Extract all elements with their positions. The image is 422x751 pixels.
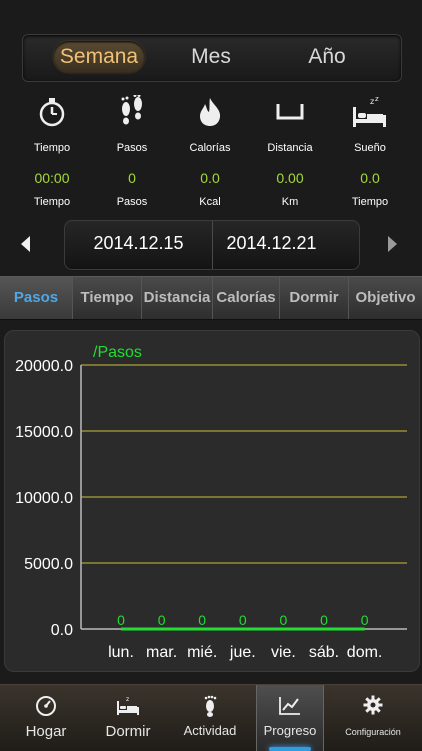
tab-distance[interactable]: Distancia	[142, 277, 213, 319]
stat-time-unit: Tiempo	[33, 196, 71, 208]
period-selector: Semana Mes Año	[22, 34, 402, 82]
chart-panel: /Pasos 20000.0 15000.0 10000.0 5000.0 0.0 lun.…	[4, 330, 420, 672]
metric-tabs: Pasos Tiempo Distancia Calorías Dormir O…	[0, 276, 422, 320]
tab-sleep[interactable]: Dormir	[280, 277, 349, 319]
stat-calories-value: 0.0	[200, 170, 220, 186]
data-label: 0	[280, 612, 288, 628]
stat-calories: Calorías 0.0 Kcal	[168, 92, 252, 210]
tab-time[interactable]: Tiempo	[73, 277, 142, 319]
x-tick-label: jue.	[229, 644, 256, 661]
nav-sleep[interactable]: z Dormir	[90, 685, 166, 751]
y-tick-label: 5000.0	[24, 556, 73, 573]
stat-time-label: Tiempo	[33, 142, 71, 154]
stat-calories-label: Calorías	[189, 142, 231, 154]
date-range-bar: 2014.12.15 2014.12.21	[64, 220, 360, 270]
summary-stats: Tiempo 00:00 Tiempo Pasos 0 Pasos Calorí…	[0, 92, 422, 220]
stat-time: Tiempo 00:00 Tiempo	[10, 92, 94, 210]
stat-sleep-label: Sueño	[354, 142, 386, 154]
stat-time-value: 00:00	[34, 170, 70, 186]
data-label: 0	[198, 612, 206, 628]
stat-sleep-value: 0.0	[360, 170, 380, 186]
x-tick-label: dom.	[347, 644, 383, 661]
tab-goal[interactable]: Objetivo	[349, 277, 422, 319]
data-label: 0	[320, 612, 328, 628]
y-tick-label: 15000.0	[15, 424, 73, 441]
tab-calories[interactable]: Calorías	[213, 277, 280, 319]
stat-distance-unit: Km	[281, 196, 299, 208]
svg-text:z: z	[370, 97, 374, 106]
date-range-start: 2014.12.15	[93, 233, 184, 253]
nav-home-label: Hogar	[25, 723, 67, 740]
stat-distance: Distancia 0.00 Km	[248, 92, 332, 210]
steps-chart: /Pasos 20000.0 15000.0 10000.0 5000.0 0.0 lun.…	[15, 344, 407, 661]
progress-chart-icon	[257, 695, 323, 717]
stat-steps-label: Pasos	[116, 142, 148, 154]
nav-home[interactable]: Hogar	[8, 685, 84, 751]
y-tick-label: 20000.0	[15, 358, 73, 375]
footprints-icon	[90, 92, 174, 132]
period-tab-month[interactable]: Mes	[165, 41, 257, 73]
distance-icon	[248, 92, 332, 132]
nav-progress-label: Progreso	[263, 723, 317, 738]
stat-distance-label: Distancia	[267, 142, 313, 154]
x-tick-label: lun.	[108, 644, 134, 661]
data-label: 0	[239, 612, 247, 628]
nav-sleep-label: Dormir	[105, 723, 151, 740]
bottom-tab-bar: Hogar z Dormir Actividad Progreso Config…	[0, 684, 422, 751]
stat-sleep-unit: Tiempo	[351, 196, 389, 208]
footprint-icon	[172, 695, 248, 717]
data-label: 0	[117, 612, 125, 628]
svg-text:z: z	[375, 95, 379, 103]
nav-settings[interactable]: Configuración	[330, 685, 416, 751]
sleep-bed-icon: zz	[328, 92, 412, 132]
nav-settings-label: Configuración	[345, 727, 401, 737]
data-label: 0	[361, 612, 369, 628]
period-tab-week[interactable]: Semana	[53, 41, 145, 73]
data-label: 0	[158, 612, 166, 628]
bed-icon: z	[90, 695, 166, 717]
y-tick-label: 10000.0	[15, 490, 73, 507]
stopwatch-icon	[10, 92, 94, 132]
svg-text:z: z	[126, 696, 129, 703]
y-tick-label: 0.0	[51, 622, 73, 639]
period-tab-year[interactable]: Año	[281, 41, 373, 73]
nav-progress[interactable]: Progreso	[256, 685, 324, 751]
x-tick-label: sáb.	[309, 644, 339, 661]
stat-calories-unit: Kcal	[199, 196, 221, 208]
date-range-end: 2014.12.21	[226, 233, 317, 253]
flame-icon	[168, 92, 252, 132]
x-tick-label: mié.	[187, 644, 217, 661]
nav-activity-label: Actividad	[183, 723, 237, 738]
stat-steps-value: 0	[128, 170, 136, 186]
speedometer-icon	[8, 695, 84, 717]
next-week-arrow-icon[interactable]	[382, 234, 402, 254]
x-tick-label: vie.	[271, 644, 296, 661]
previous-week-arrow-icon[interactable]	[16, 234, 36, 254]
stat-steps: Pasos 0 Pasos	[90, 92, 174, 210]
tab-steps[interactable]: Pasos	[0, 277, 73, 319]
stat-steps-unit: Pasos	[116, 196, 148, 208]
x-tick-label: mar.	[146, 644, 177, 661]
gear-icon	[330, 695, 416, 717]
stat-distance-value: 0.00	[276, 170, 304, 186]
chart-title: /Pasos	[93, 344, 142, 361]
stat-sleep: zz Sueño 0.0 Tiempo	[328, 92, 412, 210]
nav-activity[interactable]: Actividad	[172, 685, 248, 751]
